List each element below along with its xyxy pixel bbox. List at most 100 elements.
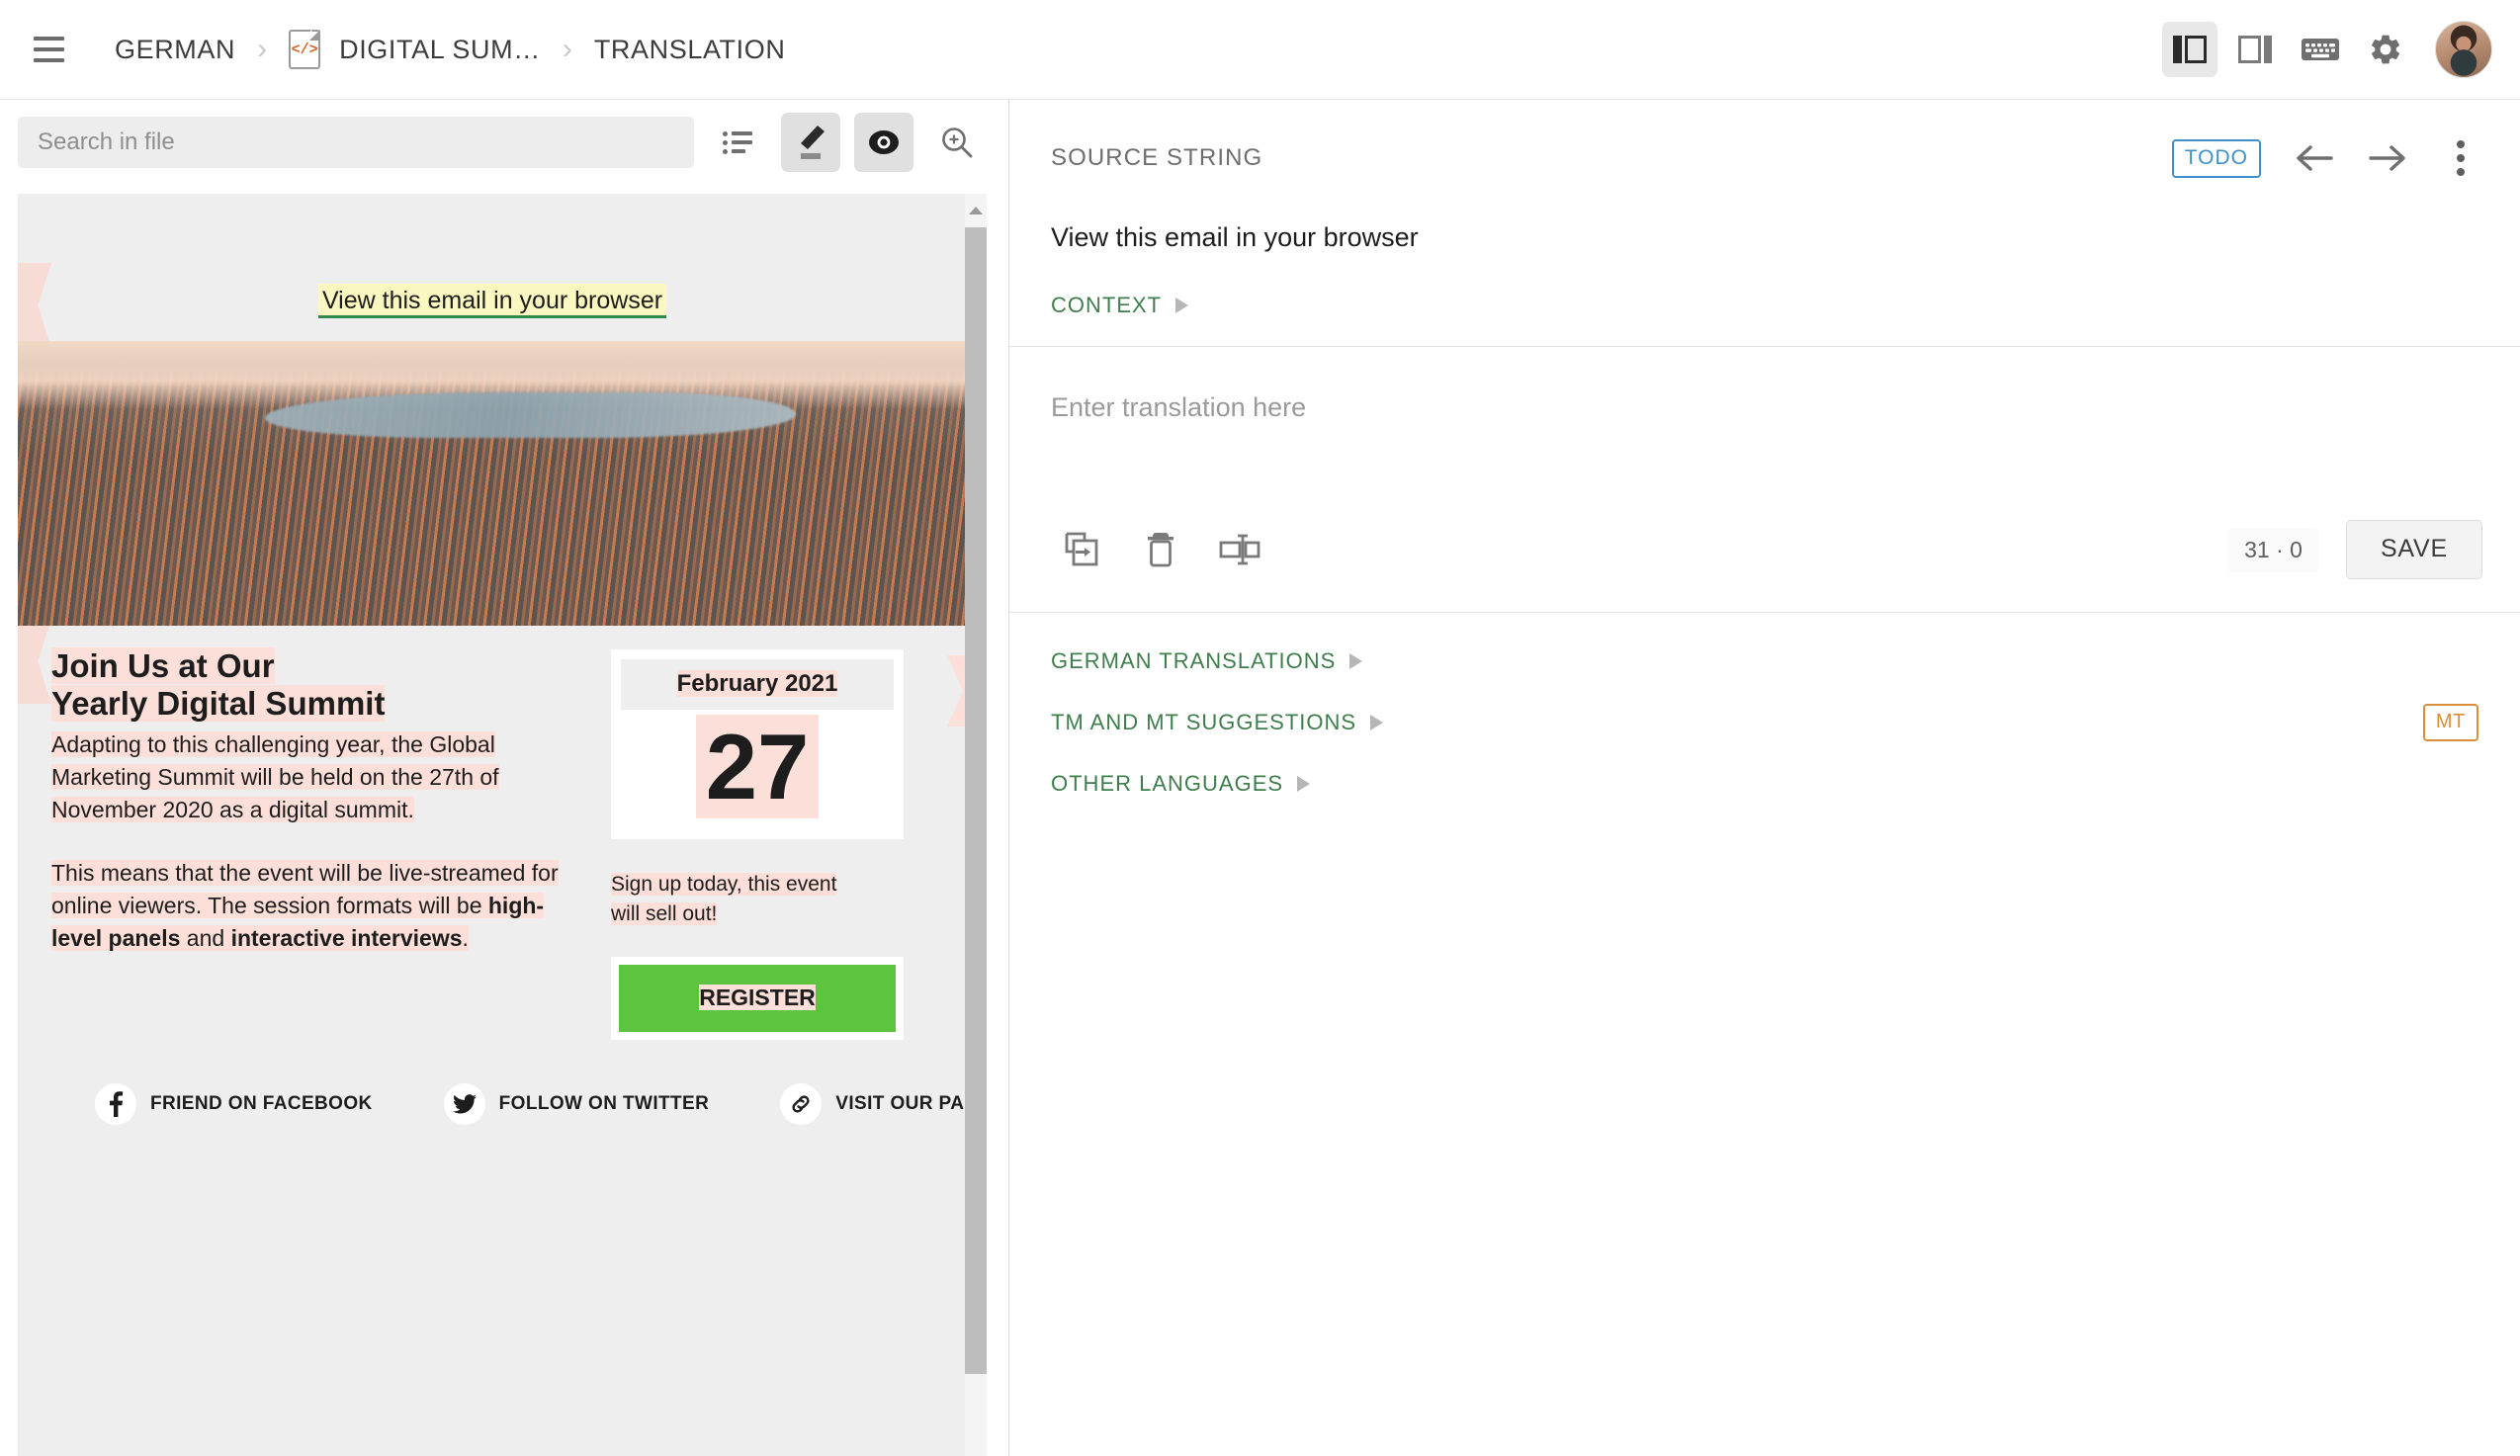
pencil-icon[interactable] xyxy=(781,113,840,172)
character-count: 31 · 0 xyxy=(2228,528,2318,572)
email-document: View this email in your browser Join Us … xyxy=(18,194,967,1456)
email-title: Join Us at Our Yearly Digital Summit xyxy=(51,647,581,722)
translation-input[interactable] xyxy=(1051,392,2478,501)
social-link-facebook[interactable]: FRIEND ON FACEBOOK xyxy=(95,1083,373,1125)
source-string-actions: TODO xyxy=(2172,135,2480,181)
calendar-month: February 2021 xyxy=(621,659,894,710)
email-paragraph-2-text: This means that the event will be live-s… xyxy=(51,860,559,951)
gear-icon[interactable] xyxy=(2358,22,2413,77)
email-social-links: FRIEND ON FACEBOOK FOLLOW ON TWITTER xyxy=(18,1040,967,1125)
calendar-day: 27 xyxy=(621,710,894,829)
context-toggle[interactable]: CONTEXT xyxy=(1009,253,2520,346)
chevron-right-icon xyxy=(1349,653,1362,669)
translation-editor-pane: SOURCE STRING TODO xyxy=(1009,100,2520,1456)
email-preview-viewport: View this email in your browser Join Us … xyxy=(0,184,1008,1456)
preview-toolbar xyxy=(0,100,1008,184)
calendar-card: February 2021 27 xyxy=(611,649,904,839)
register-button[interactable]: REGISTER xyxy=(619,965,896,1032)
register-button-frame: REGISTER xyxy=(611,957,904,1040)
panel-german-translations[interactable]: GERMAN TRANSLATIONS xyxy=(1051,613,2478,674)
p2-mid: and xyxy=(180,925,230,951)
social-link-website[interactable]: VISIT OUR PAGE xyxy=(780,1083,967,1125)
chevron-right-icon xyxy=(1175,298,1188,313)
hamburger-line xyxy=(34,58,64,62)
view-in-browser-row: View this email in your browser xyxy=(18,194,967,341)
list-icon[interactable] xyxy=(708,113,767,172)
email-title-line1: Join Us at Our xyxy=(51,647,275,684)
hamburger-icon[interactable] xyxy=(26,27,71,72)
register-button-label: REGISTER xyxy=(699,985,816,1010)
arrow-right-icon[interactable] xyxy=(2366,135,2411,181)
breadcrumb-item-document[interactable]: DIGITAL SUM… xyxy=(339,35,541,65)
email-paragraph-1-text: Adapting to this challenging year, the G… xyxy=(51,731,499,822)
social-label-twitter: FOLLOW ON TWITTER xyxy=(499,1093,710,1115)
p2-part1: This means that the event will be live-s… xyxy=(51,860,559,918)
kebab-menu-icon[interactable] xyxy=(2441,135,2480,181)
ribbon-decoration xyxy=(947,655,967,727)
social-link-twitter[interactable]: FOLLOW ON TWITTER xyxy=(444,1083,710,1125)
email-body-left: Join Us at Our Yearly Digital Summit Ada… xyxy=(18,647,611,1040)
translation-edit-actions: 31 · 0 SAVE xyxy=(1009,515,2520,612)
chevron-right-icon xyxy=(1297,776,1310,792)
source-string-label: SOURCE STRING xyxy=(1051,144,1262,172)
suggestion-panels: GERMAN TRANSLATIONS TM AND MT SUGGESTION… xyxy=(1009,613,2520,797)
email-body: Join Us at Our Yearly Digital Summit Ada… xyxy=(18,626,967,1040)
calendar-day-text: 27 xyxy=(696,715,820,818)
insert-tag-icon[interactable] xyxy=(1209,519,1270,580)
keyboard-icon[interactable] xyxy=(2293,22,2348,77)
breadcrumb-item-language[interactable]: GERMAN xyxy=(115,35,235,65)
panel-label-tm-mt-suggestions: TM AND MT SUGGESTIONS xyxy=(1051,710,1356,735)
top-bar-actions xyxy=(2162,21,2492,78)
signup-note-text: Sign up today, this event will sell out! xyxy=(611,873,836,925)
file-preview-pane: View this email in your browser Join Us … xyxy=(0,100,1009,1456)
hamburger-line xyxy=(34,47,64,51)
hamburger-line xyxy=(34,37,64,41)
social-label-facebook: FRIEND ON FACEBOOK xyxy=(150,1093,373,1115)
copy-source-icon[interactable] xyxy=(1051,519,1112,580)
panel-tm-mt-suggestions[interactable]: TM AND MT SUGGESTIONS MT xyxy=(1051,674,2478,735)
save-button[interactable]: SAVE xyxy=(2346,520,2482,579)
eye-icon[interactable] xyxy=(854,113,913,172)
source-string-text: View this email in your browser xyxy=(1009,181,2520,253)
panel-right-icon[interactable] xyxy=(2227,22,2283,77)
panel-left-icon[interactable] xyxy=(2162,22,2217,77)
breadcrumb-separator: › xyxy=(257,35,267,64)
p2-end: . xyxy=(463,925,469,951)
panel-label-german-translations: GERMAN TRANSLATIONS xyxy=(1051,648,1336,674)
arrow-left-icon[interactable] xyxy=(2291,135,2336,181)
breadcrumb: GERMAN › </> DIGITAL SUM… › TRANSLATION xyxy=(115,30,785,69)
chevron-right-icon xyxy=(1370,715,1383,730)
code-file-icon-glyph: </> xyxy=(292,42,318,58)
email-paragraph-2: This means that the event will be live-s… xyxy=(51,857,581,955)
email-body-right: February 2021 27 Sign up today, this eve… xyxy=(611,647,967,1040)
context-label: CONTEXT xyxy=(1051,293,1162,318)
breadcrumb-item-current: TRANSLATION xyxy=(594,35,786,65)
email-paragraph-1: Adapting to this challenging year, the G… xyxy=(51,728,581,826)
email-title-line2: Yearly Digital Summit xyxy=(51,685,385,722)
p2-bold-2: interactive interviews xyxy=(231,925,463,951)
translation-input-area xyxy=(1009,347,2520,515)
search-input[interactable] xyxy=(18,117,694,168)
calendar-month-text: February 2021 xyxy=(677,670,838,697)
signup-note: Sign up today, this event will sell out! xyxy=(611,870,858,929)
link-icon xyxy=(780,1083,822,1125)
source-string-header: SOURCE STRING TODO xyxy=(1009,100,2520,181)
magnifier-plus-icon[interactable] xyxy=(927,113,987,172)
scroll-up-arrow-icon[interactable] xyxy=(965,194,987,227)
main-split: View this email in your browser Join Us … xyxy=(0,100,2520,1456)
facebook-icon xyxy=(95,1083,136,1125)
panel-label-other-languages: OTHER LANGUAGES xyxy=(1051,771,1283,797)
scrollbar-thumb[interactable] xyxy=(965,227,987,1374)
social-label-website: VISIT OUR PAGE xyxy=(835,1093,967,1115)
avatar[interactable] xyxy=(2435,21,2492,78)
view-in-browser-link[interactable]: View this email in your browser xyxy=(318,284,666,318)
top-bar: GERMAN › </> DIGITAL SUM… › TRANSLATION xyxy=(0,0,2520,100)
code-file-icon: </> xyxy=(289,30,320,69)
breadcrumb-separator: › xyxy=(563,35,572,64)
preview-scrollbar[interactable] xyxy=(965,194,987,1456)
trash-icon[interactable] xyxy=(1130,519,1191,580)
twitter-icon xyxy=(444,1083,485,1125)
panel-other-languages[interactable]: OTHER LANGUAGES xyxy=(1051,735,2478,797)
status-badge[interactable]: TODO xyxy=(2172,139,2261,178)
hero-image xyxy=(18,341,967,626)
